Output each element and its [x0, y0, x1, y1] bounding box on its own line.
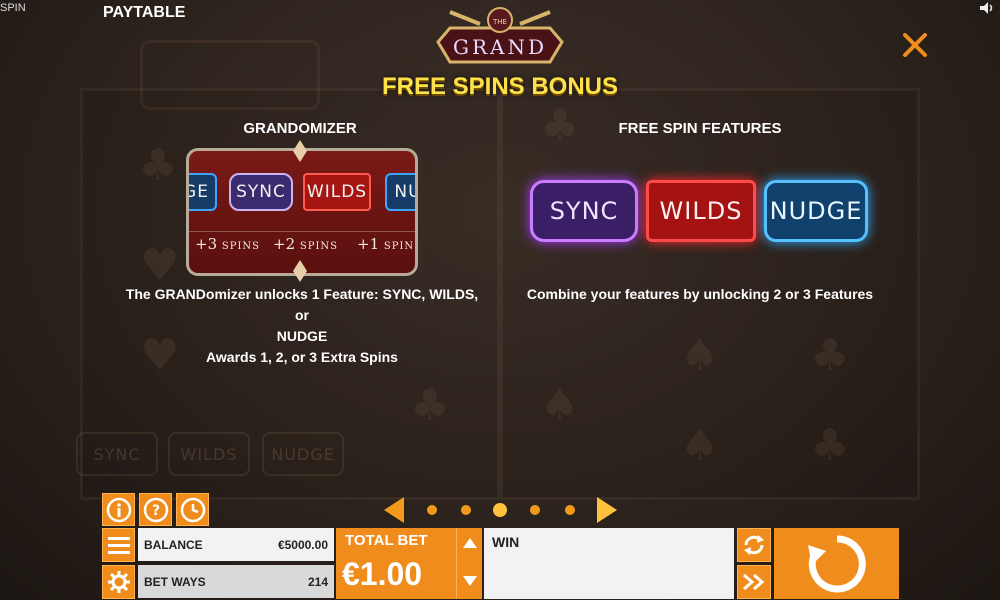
background-spade-icon: ♠	[680, 420, 720, 471]
background-club-icon: ♣	[540, 100, 580, 151]
spin-icon	[807, 534, 866, 592]
page-dot-4[interactable]	[530, 505, 540, 515]
feature-nudge-badge: NUDGE	[764, 180, 868, 242]
grandomizer-badge-sync: SYNC	[229, 173, 293, 211]
background-spade-icon: ♠	[540, 380, 580, 431]
betways-value: 214	[307, 574, 328, 589]
page-title: PAYTABLE	[103, 4, 186, 21]
spin-button[interactable]	[774, 528, 899, 599]
grandomizer-title: GRANDOMIZER	[243, 120, 357, 137]
background-club-icon: ♣	[810, 330, 850, 381]
bet-increase-icon[interactable]	[463, 538, 477, 548]
background-feature-sync: SYNC	[76, 432, 158, 476]
settings-button[interactable]	[102, 565, 135, 599]
grandomizer-spins-2: +2 SPINS	[273, 235, 339, 253]
background-club-icon: ♣	[138, 140, 178, 191]
svg-text:THE: THE	[492, 18, 507, 26]
feature-sync-badge: SYNC	[530, 180, 638, 242]
total-bet-panel: TOTAL BET €1.00	[336, 528, 456, 599]
svg-text:GRAND: GRAND	[453, 35, 547, 59]
betways-panel: BET WAYS 214	[138, 565, 334, 598]
win-label: WIN	[492, 534, 520, 550]
autoplay-button[interactable]	[737, 528, 771, 562]
corner-label: SPIN	[0, 2, 26, 14]
pointer-top-icon	[293, 140, 307, 162]
total-bet-value: €1.00	[342, 556, 423, 592]
page-dot-3-active[interactable]	[493, 503, 507, 517]
balance-panel: BALANCE €5000.00	[138, 528, 334, 561]
help-icon: ?	[143, 497, 168, 522]
feature-wilds-badge: WILDS	[646, 180, 756, 242]
bet-decrease-icon[interactable]	[463, 576, 477, 586]
background-club-icon: ♣	[810, 420, 850, 471]
menu-button[interactable]	[102, 528, 135, 562]
bet-stepper	[456, 528, 482, 599]
next-page-arrow-icon[interactable]	[597, 497, 617, 523]
free-spin-features-description: Combine your features by unlocking 2 or …	[526, 286, 874, 302]
win-panel: WIN	[484, 528, 734, 599]
svg-text:?: ?	[151, 503, 159, 519]
game-logo: THE GRAND	[436, 7, 564, 64]
close-icon[interactable]	[900, 30, 930, 60]
prev-page-arrow-icon[interactable]	[384, 497, 404, 523]
grandomizer-divider	[189, 231, 415, 232]
grandomizer-spins-3: +3 SPINS	[195, 235, 261, 253]
page-dot-5[interactable]	[565, 505, 575, 515]
grandomizer-wheel: GE SYNC WILDS NU +3 SPINS +2 SPINS +1 SP…	[186, 148, 418, 276]
fast-forward-icon	[743, 573, 765, 591]
info-button[interactable]	[102, 493, 135, 526]
grandomizer-badge-nudge-partial: GE	[189, 173, 217, 211]
sound-icon[interactable]	[980, 2, 996, 14]
page-dot-1[interactable]	[427, 505, 437, 515]
info-icon	[106, 497, 131, 522]
grandomizer-badge-wilds: WILDS	[303, 173, 371, 211]
history-button[interactable]	[176, 493, 209, 526]
total-bet-label: TOTAL BET	[345, 532, 428, 549]
background-spade-icon: ♠	[680, 330, 720, 381]
grandomizer-description: The GRANDomizer unlocks 1 Feature: SYNC,…	[125, 286, 479, 365]
bonus-title: FREE SPINS BONUS	[381, 73, 619, 100]
autoplay-icon	[744, 535, 764, 555]
balance-label: BALANCE	[144, 537, 203, 552]
grandomizer-badge-nudge: NU	[385, 173, 415, 211]
fast-forward-button[interactable]	[737, 565, 771, 599]
settings-icon	[107, 571, 130, 593]
betways-label: BET WAYS	[144, 574, 206, 589]
history-icon	[180, 497, 205, 522]
grandomizer-spins-1: +1 SPIN	[357, 235, 415, 253]
background-feature-wilds: WILDS	[168, 432, 250, 476]
menu-icon	[107, 537, 130, 554]
background-club-icon: ♣	[410, 380, 450, 431]
free-spin-features-title: FREE SPIN FEATURES	[618, 120, 782, 137]
balance-value: €5000.00	[277, 537, 328, 552]
page-dot-2[interactable]	[461, 505, 471, 515]
background-feature-nudge: NUDGE	[262, 432, 344, 476]
help-button[interactable]: ?	[139, 493, 172, 526]
pointer-bottom-icon	[293, 260, 307, 282]
